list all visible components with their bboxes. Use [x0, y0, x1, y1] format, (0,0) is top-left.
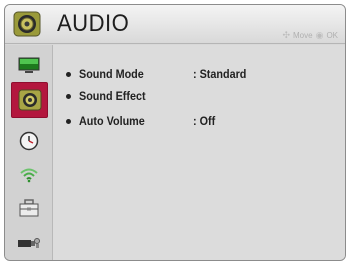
speaker-icon	[13, 11, 41, 37]
auto-volume-value: : Off	[193, 114, 216, 128]
bullet	[66, 118, 71, 124]
sidebar-item-time[interactable]	[10, 129, 48, 153]
auto-volume-label: Auto Volume	[79, 114, 145, 128]
ok-button-icon: ◉	[315, 30, 324, 40]
sidebar-item-network[interactable]	[10, 163, 48, 187]
sound-effect-label: Sound Effect	[79, 89, 146, 103]
navigation-hint: ✣ Move ◉ OK	[282, 30, 338, 41]
dpad-icon: ✣	[282, 30, 291, 40]
sound-mode-value: : Standard	[193, 67, 247, 81]
wifi-icon	[20, 168, 38, 183]
menu-item-sound-effect[interactable]: Sound Effect	[66, 89, 193, 103]
audio-menu-window: AUDIO ✣ Move ◉ OK Sound Mode: Standard …	[4, 4, 346, 261]
sidebar-item-picture[interactable]	[10, 54, 48, 78]
monitor-icon	[18, 57, 40, 73]
ok-hint-label: OK	[326, 31, 338, 40]
category-sidebar	[5, 45, 53, 260]
toolbox-icon	[19, 199, 39, 217]
menu-item-auto-volume[interactable]: Auto Volume : Off	[66, 114, 218, 128]
move-hint-label: Move	[293, 31, 313, 40]
input-plug-icon	[18, 238, 40, 248]
clock-icon	[19, 131, 39, 151]
sidebar-item-option[interactable]	[10, 196, 48, 220]
menu-header: AUDIO ✣ Move ◉ OK	[5, 5, 345, 44]
menu-item-sound-mode[interactable]: Sound Mode : Standard	[66, 67, 252, 81]
bullet	[66, 93, 71, 99]
settings-panel: Sound Mode : Standard Sound Effect Auto …	[53, 45, 345, 260]
sound-mode-label: Sound Mode	[79, 67, 144, 81]
bullet	[66, 71, 71, 77]
sidebar-item-audio[interactable]	[11, 82, 48, 118]
page-title: AUDIO	[57, 10, 130, 37]
speaker-icon	[18, 89, 41, 111]
sidebar-item-input[interactable]	[10, 231, 48, 255]
